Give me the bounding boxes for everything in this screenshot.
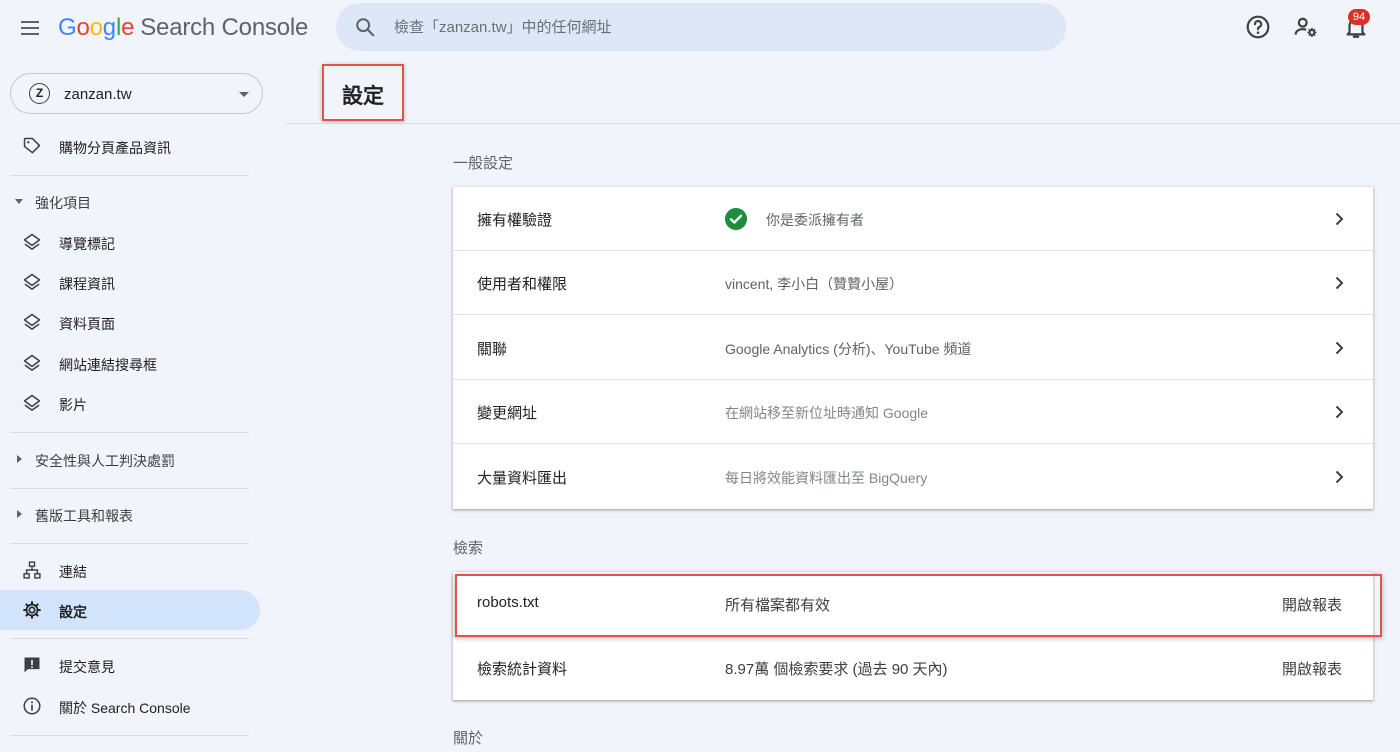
sitemap-icon bbox=[23, 561, 41, 579]
chevron-right-icon bbox=[1335, 276, 1344, 290]
row-label: 關聯 bbox=[477, 341, 508, 358]
sidebar-item-settings[interactable]: 設定 bbox=[0, 590, 260, 630]
sidebar-group-legacy-tools[interactable]: 舊版工具和報表 bbox=[0, 496, 260, 532]
sidebar-item-sitelinks-searchbox[interactable]: 網站連結搜尋框 bbox=[0, 343, 260, 383]
sidebar-item-label: 關於 Search Console bbox=[59, 700, 191, 716]
product-name: Search Console bbox=[140, 14, 309, 41]
feedback-icon bbox=[24, 657, 40, 673]
sidebar-item-submit-feedback[interactable]: 提交意見 bbox=[0, 645, 260, 685]
chevron-right-icon bbox=[1335, 470, 1344, 484]
hamburger-icon bbox=[21, 21, 39, 23]
dropdown-caret-icon bbox=[239, 92, 249, 97]
sidebar-item-label: 提交意見 bbox=[59, 659, 115, 675]
expand-arrow-icon bbox=[17, 455, 22, 463]
layers-icon bbox=[23, 394, 41, 411]
settings-row-crawl-stats: 檢索統計資料 8.97萬 個檢索要求 (過去 90 天內) 開啟報表 bbox=[453, 636, 1373, 700]
row-value: 你是委派擁有者 bbox=[766, 212, 864, 228]
sidebar-divider bbox=[10, 488, 249, 489]
row-label: 大量資料匯出 bbox=[477, 470, 568, 487]
property-favicon: Z bbox=[29, 83, 50, 104]
chevron-right-icon bbox=[1335, 341, 1344, 355]
layers-icon bbox=[23, 233, 41, 250]
logo-letter: o bbox=[76, 14, 90, 41]
row-value: Google Analytics (分析)、YouTube 頻道 bbox=[725, 341, 972, 357]
sidebar-item-label: 網站連結搜尋框 bbox=[59, 357, 157, 373]
sidebar-item-videos[interactable]: 影片 bbox=[0, 383, 260, 423]
row-value: 每日將效能資料匯出至 BigQuery bbox=[725, 470, 928, 486]
section-title-general: 一般設定 bbox=[453, 155, 514, 172]
info-icon bbox=[23, 697, 41, 715]
sidebar-item-course-info[interactable]: 課程資訊 bbox=[0, 262, 260, 302]
sidebar-group-security[interactable]: 安全性與人工判決處罰 bbox=[0, 441, 260, 477]
expand-arrow-icon bbox=[17, 510, 22, 518]
logo-letter: G bbox=[58, 14, 77, 41]
layers-icon bbox=[23, 354, 41, 371]
settings-row-associations[interactable]: 關聯 Google Analytics (分析)、YouTube 頻道 bbox=[453, 316, 1373, 380]
settings-row-bulk-data-export[interactable]: 大量資料匯出 每日將效能資料匯出至 BigQuery bbox=[453, 445, 1373, 509]
sidebar-item-label: 影片 bbox=[59, 397, 87, 413]
row-label: 檢索統計資料 bbox=[477, 661, 568, 678]
sidebar-item-label: 設定 bbox=[59, 604, 87, 620]
url-inspection-search[interactable] bbox=[336, 3, 1066, 51]
chevron-right-icon bbox=[1335, 212, 1344, 226]
gear-icon bbox=[23, 601, 41, 619]
row-label: 變更網址 bbox=[477, 405, 538, 422]
open-report-button[interactable]: 開啟報表 bbox=[1282, 658, 1342, 679]
sidebar-item-label: 購物分頁產品資訊 bbox=[59, 140, 171, 156]
logo-letter: o bbox=[89, 14, 103, 41]
row-label: 使用者和權限 bbox=[477, 276, 568, 293]
sidebar-divider bbox=[10, 735, 249, 736]
sidebar-item-breadcrumbs[interactable]: 導覽標記 bbox=[0, 222, 260, 262]
robots-txt-highlight bbox=[455, 574, 1382, 637]
search-input[interactable] bbox=[394, 3, 1034, 51]
sidebar-item-label: 導覽標記 bbox=[59, 236, 115, 252]
search-console-logo[interactable]: Google Search Console bbox=[58, 12, 308, 44]
help-icon[interactable] bbox=[1245, 14, 1271, 40]
row-label: 擁有權驗證 bbox=[477, 212, 553, 229]
settings-row-users-permissions[interactable]: 使用者和權限 vincent, 李小白（贊贊小屋） bbox=[453, 251, 1373, 315]
notification-count-badge: 94 bbox=[1348, 9, 1370, 25]
user-settings-icon[interactable] bbox=[1293, 14, 1319, 40]
sidebar-divider bbox=[10, 638, 249, 639]
check-circle-icon bbox=[725, 208, 747, 230]
logo-letter: g bbox=[102, 14, 116, 41]
row-value: vincent, 李小白（贊贊小屋） bbox=[725, 276, 904, 292]
property-name: zanzan.tw bbox=[64, 86, 132, 103]
layers-icon bbox=[23, 273, 41, 290]
top-app-bar: GoogleSearch Console 94 bbox=[0, 0, 1400, 56]
sidebar-divider bbox=[10, 432, 249, 433]
row-value: 8.97萬 個檢索要求 (過去 90 天內) bbox=[725, 661, 948, 678]
sidebar-group-enhancements[interactable]: 強化項目 bbox=[0, 183, 260, 219]
property-selector[interactable]: Z zanzan.tw bbox=[10, 73, 263, 114]
logo-letter: e bbox=[121, 14, 135, 41]
tag-icon bbox=[23, 137, 41, 154]
sidebar-item-profile-page[interactable]: 資料頁面 bbox=[0, 302, 260, 342]
sidebar-item-label: 連結 bbox=[59, 564, 87, 580]
sidebar-group-label: 安全性與人工判決處罰 bbox=[35, 453, 175, 469]
section-title-crawling: 檢索 bbox=[453, 540, 484, 557]
sidebar-divider bbox=[10, 543, 249, 544]
section-title-about: 關於 bbox=[453, 730, 484, 747]
main-menu-button[interactable] bbox=[14, 12, 46, 44]
settings-row-ownership-verification[interactable]: 擁有權驗證 你是委派擁有者 bbox=[453, 187, 1373, 251]
hamburger-line bbox=[21, 27, 39, 29]
sidebar-divider bbox=[10, 175, 249, 176]
header-divider bbox=[286, 123, 1400, 124]
sidebar-item-about[interactable]: 關於 Search Console bbox=[0, 686, 260, 726]
chevron-right-icon bbox=[1335, 405, 1344, 419]
row-value: 在網站移至新位址時通知 Google bbox=[725, 405, 929, 421]
collapse-arrow-icon bbox=[15, 199, 23, 204]
hamburger-line bbox=[21, 33, 39, 35]
sidebar-group-label: 強化項目 bbox=[35, 195, 91, 211]
general-settings-card: 擁有權驗證 你是委派擁有者 使用者和權限 vincent, 李小白（贊贊小屋） … bbox=[453, 187, 1373, 509]
layers-icon bbox=[23, 313, 41, 330]
page-title: 設定 bbox=[342, 85, 384, 108]
search-icon[interactable] bbox=[354, 16, 376, 38]
sidebar-item-label: 資料頁面 bbox=[59, 316, 115, 332]
settings-row-change-of-address[interactable]: 變更網址 在網站移至新位址時通知 Google bbox=[453, 380, 1373, 444]
sidebar-item-label: 課程資訊 bbox=[59, 276, 115, 292]
sidebar-item-shopping-tab-listings[interactable]: 購物分頁產品資訊 bbox=[0, 126, 260, 166]
sidebar-group-label: 舊版工具和報表 bbox=[35, 508, 133, 524]
sidebar-item-links[interactable]: 連結 bbox=[0, 550, 260, 590]
